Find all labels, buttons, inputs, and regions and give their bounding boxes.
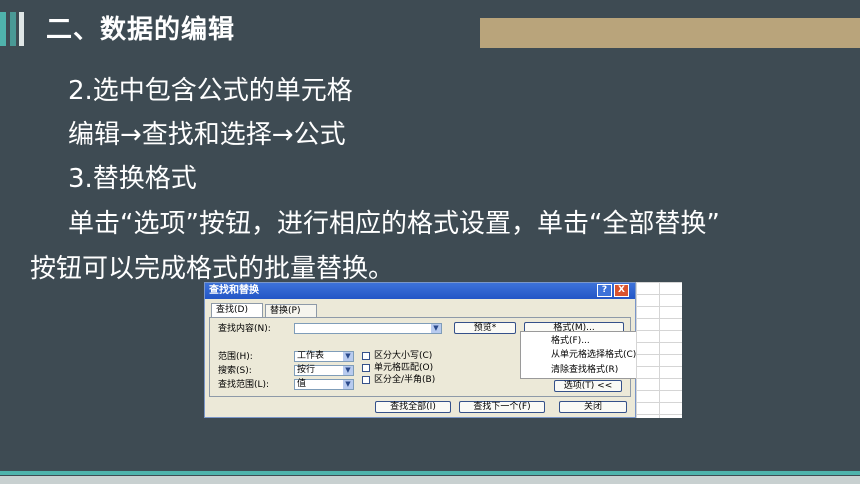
bottom-strip [0,471,860,475]
menu-item-choose-from-cell[interactable]: 从单元格选择格式(C)... [551,350,645,361]
help-icon[interactable]: ? [597,284,612,297]
within-label: 范围(H): [218,352,253,362]
close-icon[interactable]: X [614,284,629,297]
accent-bar [0,12,6,46]
tab-replace[interactable]: 替换(P) [265,304,317,317]
chevron-down-icon[interactable]: ▼ [431,324,441,333]
within-value: 工作表 [297,351,325,361]
tab-find[interactable]: 查找(D) [211,303,263,317]
dialog-title: 查找和替换 [205,283,635,299]
body-line-4: 单击“选项”按钮，进行相应的格式设置，单击“全部替换” [68,209,720,239]
lookin-select[interactable]: 值 ▼ [294,379,354,390]
body-line-5: 按钮可以完成格式的批量替换。 [30,254,395,284]
case-checkbox[interactable] [362,352,370,360]
menu-item-format[interactable]: 格式(F)... [551,336,590,347]
menu-item-clear-format[interactable]: 清除查找格式(R) [551,365,618,376]
chevron-down-icon[interactable]: ▼ [343,380,353,389]
case-label: 区分大小写(C) [374,351,433,361]
body-line-2: 编辑→查找和选择→公式 [68,120,346,150]
search-label: 搜索(S): [218,366,252,376]
width-checkbox[interactable] [362,376,370,384]
find-all-button[interactable]: 查找全部(I) [375,401,451,413]
slide: 二、数据的编辑 2.选中包含公式的单元格 编辑→查找和选择→公式 3.替换格式 … [0,0,860,484]
title-decoration-bar [480,18,860,48]
width-label: 区分全/半角(B) [374,375,436,385]
accent-bar [10,12,16,46]
body-line-1: 2.选中包含公式的单元格 [68,76,353,106]
find-next-button[interactable]: 查找下一个(F) [459,401,545,413]
within-select[interactable]: 工作表 ▼ [294,351,354,362]
slide-title: 二、数据的编辑 [46,15,236,45]
bottom-strip [0,476,860,484]
spreadsheet-grid [636,282,682,418]
options-button[interactable]: 选项(T) << [554,380,622,392]
chevron-down-icon[interactable]: ▼ [343,366,353,375]
close-button[interactable]: 关闭 [559,401,627,413]
whole-cell-checkbox[interactable] [362,364,370,372]
search-select[interactable]: 按行 ▼ [294,365,354,376]
chevron-down-icon[interactable]: ▼ [343,352,353,361]
preview-button[interactable]: 预览* [454,322,516,334]
lookin-label: 查找范围(L): [218,380,270,390]
lookin-value: 值 [297,379,307,389]
body-line-3: 3.替换格式 [68,164,197,194]
whole-cell-label: 单元格匹配(O) [374,363,434,373]
accent-bar [19,12,24,46]
find-input[interactable]: ▼ [294,323,442,334]
search-value: 按行 [297,365,316,375]
find-label: 查找内容(N): [218,324,271,334]
